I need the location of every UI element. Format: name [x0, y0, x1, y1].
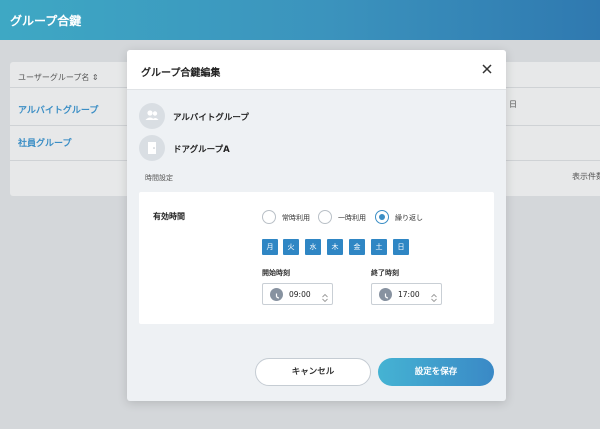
- table-row-link[interactable]: アルバイトグループ: [18, 103, 98, 116]
- day-button-fri[interactable]: 金: [349, 239, 365, 255]
- end-time-value: 17:00: [398, 290, 420, 299]
- door-icon: [139, 135, 165, 161]
- start-time-label: 開始時刻: [262, 269, 290, 277]
- radio-circle-selected[interactable]: [375, 210, 389, 224]
- edit-group-key-modal: グループ合鍵編集 アルバイトグループ ドアグループA 時間設定 有効時間 常時利…: [127, 50, 506, 401]
- day-button-tue[interactable]: 火: [283, 239, 299, 255]
- modal-title: グループ合鍵編集: [141, 68, 221, 79]
- member-name: ドアグループA: [173, 145, 230, 155]
- radio-label: 一時利用: [338, 214, 366, 222]
- clock-icon: [270, 288, 283, 301]
- day-button-thu[interactable]: 木: [327, 239, 343, 255]
- day-button-sun[interactable]: 日: [393, 239, 409, 255]
- save-settings-button[interactable]: 設定を保存: [378, 358, 494, 386]
- table-cell-right: 日: [509, 100, 517, 109]
- validity-label: 有効時間: [153, 212, 185, 221]
- time-settings-panel: 有効時間 常時利用 一時利用 繰り返し 月 火 水 木 金 土 日 開始時刻 0…: [139, 192, 494, 324]
- app-title: グループ合鍵: [10, 14, 82, 28]
- clock-icon: [379, 288, 392, 301]
- end-time-label: 終了時刻: [371, 269, 399, 277]
- users-icon: [139, 103, 165, 129]
- start-time-value: 09:00: [289, 290, 311, 299]
- end-time-picker[interactable]: 17:00: [371, 283, 442, 305]
- stepper-arrows-icon[interactable]: [430, 289, 438, 303]
- close-icon[interactable]: [479, 61, 495, 77]
- radio-circle[interactable]: [318, 210, 332, 224]
- day-button-sat[interactable]: 土: [371, 239, 387, 255]
- radio-circle[interactable]: [262, 210, 276, 224]
- table-row-link[interactable]: 社員グループ: [18, 136, 71, 149]
- cancel-button[interactable]: キャンセル: [255, 358, 371, 386]
- radio-label: 常時利用: [282, 214, 310, 222]
- day-button-mon[interactable]: 月: [262, 239, 278, 255]
- stepper-arrows-icon[interactable]: [321, 289, 329, 303]
- app-header: グループ合鍵: [0, 0, 600, 40]
- day-button-wed[interactable]: 水: [305, 239, 321, 255]
- column-header-group-name[interactable]: ユーザーグループ名 ⇕: [18, 72, 99, 83]
- start-time-picker[interactable]: 09:00: [262, 283, 333, 305]
- member-name: アルバイトグループ: [173, 113, 249, 123]
- radio-label: 繰り返し: [395, 214, 423, 222]
- page-size-label: 表示件数: [572, 172, 600, 181]
- section-label-time-settings: 時間設定: [145, 174, 173, 182]
- modal-header: グループ合鍵編集: [127, 50, 506, 90]
